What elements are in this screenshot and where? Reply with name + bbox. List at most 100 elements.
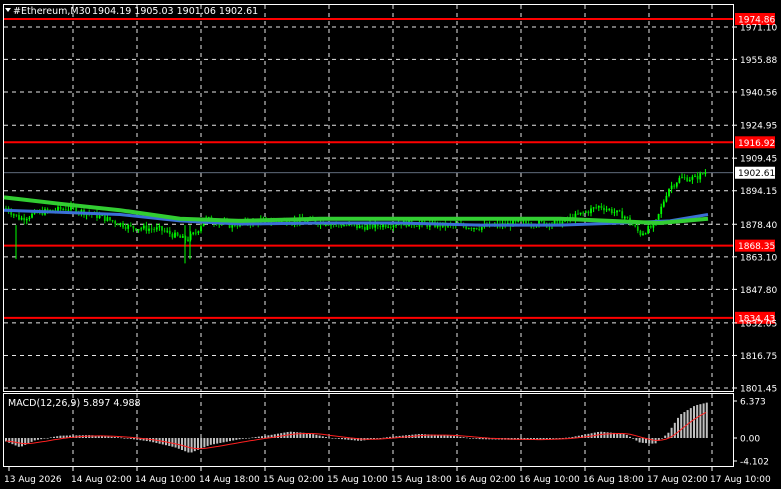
candle-body: [613, 212, 616, 214]
candle-body: [660, 206, 663, 214]
candle-body: [579, 212, 582, 215]
candle-body: [384, 224, 387, 228]
macd-histogram-bar: [325, 437, 327, 438]
macd-histogram-bar: [206, 438, 209, 446]
candle-body: [137, 229, 140, 231]
macd-histogram-bar: [635, 438, 638, 441]
macd-histogram-bar: [424, 434, 427, 438]
candle-body: [673, 185, 676, 187]
candle-body: [688, 179, 691, 182]
macd-histogram-bar: [632, 438, 635, 439]
candle-body: [62, 209, 65, 211]
candle-body: [668, 189, 670, 196]
macd-histogram-bar: [110, 436, 113, 438]
candle-body: [662, 201, 665, 207]
symbol-timeframe: #Ethereum,M30: [13, 6, 91, 17]
macd-histogram-bar: [341, 438, 343, 440]
candle-body: [15, 214, 18, 216]
candle-body: [109, 217, 111, 221]
macd-histogram-bar: [238, 438, 241, 440]
macd-histogram-bar: [222, 438, 225, 443]
candle-body: [101, 215, 104, 217]
candle-body: [592, 207, 595, 209]
candle-body: [608, 209, 611, 210]
macd-histogram-bar: [699, 404, 702, 438]
macd-histogram-bar: [181, 438, 183, 450]
macd-histogram-bar: [673, 422, 676, 438]
macd-histogram-bar: [321, 436, 324, 438]
candle-body: [114, 221, 117, 224]
macd-histogram-bar: [705, 402, 708, 438]
candle-body: [150, 228, 153, 230]
time-tick-label: 16 Aug 18:00: [583, 475, 644, 485]
candle-body: [181, 236, 184, 238]
candle-body: [699, 173, 702, 180]
macd-histogram-bar: [376, 438, 379, 439]
candle-body: [192, 232, 195, 234]
macd-histogram-bar: [37, 438, 39, 440]
candle-body: [194, 232, 197, 234]
macd-histogram-bar: [606, 432, 609, 438]
macd-histogram-bar: [702, 403, 705, 438]
macd-histogram-bar: [568, 437, 571, 439]
candle-body: [584, 211, 587, 213]
price-tick-label: 1955.88: [740, 56, 777, 66]
macd-histogram-bar: [312, 434, 315, 438]
candle-body: [356, 224, 358, 229]
candle-body: [353, 224, 356, 226]
candle-body: [514, 220, 517, 222]
candle-body: [67, 209, 70, 211]
macd-histogram-bar: [462, 437, 465, 438]
candle-body: [665, 195, 668, 202]
price-tick-label: 1847.80: [740, 286, 777, 296]
candle-body: [127, 225, 130, 229]
time-tick-label: 16 Aug 02:00: [455, 475, 516, 485]
candle-body: [644, 233, 647, 235]
candle-body: [603, 207, 605, 211]
macd-histogram-bar: [309, 433, 311, 438]
candle-body: [597, 206, 600, 208]
time-tick-label: 14 Aug 02:00: [71, 475, 132, 485]
price-tick-label: 1924.95: [740, 122, 777, 132]
macd-histogram-bar: [248, 437, 251, 439]
macd-histogram-bar: [107, 436, 110, 438]
time-tick-label: 14 Aug 10:00: [135, 475, 196, 485]
level-price-label: 1868.35: [738, 242, 775, 252]
candle-body: [171, 233, 174, 238]
candle-body: [166, 230, 169, 232]
macd-histogram-bar: [104, 436, 107, 438]
candle-body: [525, 220, 527, 224]
level-price-label: 1916.92: [738, 139, 775, 149]
candle-body: [103, 215, 106, 221]
candle-body: [657, 213, 660, 220]
time-tick-label: 15 Aug 02:00: [263, 475, 324, 485]
candle-body: [111, 220, 114, 222]
macd-histogram-bar: [446, 435, 449, 438]
macd-histogram-bar: [472, 438, 475, 439]
macd-histogram-bar: [296, 432, 299, 438]
macd-histogram-bar: [56, 436, 59, 438]
macd-histogram-bar: [216, 438, 219, 444]
macd-histogram-bar: [113, 437, 116, 438]
candle-body: [132, 225, 135, 229]
macd-histogram-bar: [443, 435, 446, 438]
candle-body: [675, 182, 678, 187]
macd-histogram-bar: [213, 438, 215, 445]
candle-body: [358, 225, 361, 229]
candle-body: [153, 229, 156, 230]
macd-histogram-bar: [277, 433, 279, 438]
macd-histogram-bar: [459, 436, 462, 438]
candle-body: [345, 225, 348, 227]
candle-body: [129, 225, 132, 226]
candle-body: [168, 230, 171, 234]
price-tick-label: 1801.45: [740, 385, 777, 395]
macd-histogram-bar: [456, 436, 459, 438]
trading-chart[interactable]: 1974.861916.921868.351834.431971.101955.…: [0, 0, 781, 489]
candle-body: [31, 213, 33, 218]
candle-body: [623, 216, 626, 219]
macd-histogram-bar: [129, 438, 132, 439]
macd-histogram-bar: [49, 437, 52, 438]
macd-tick-label: 0.00: [740, 435, 760, 445]
macd-histogram-bar: [235, 438, 238, 440]
macd-histogram-bar: [59, 435, 62, 438]
